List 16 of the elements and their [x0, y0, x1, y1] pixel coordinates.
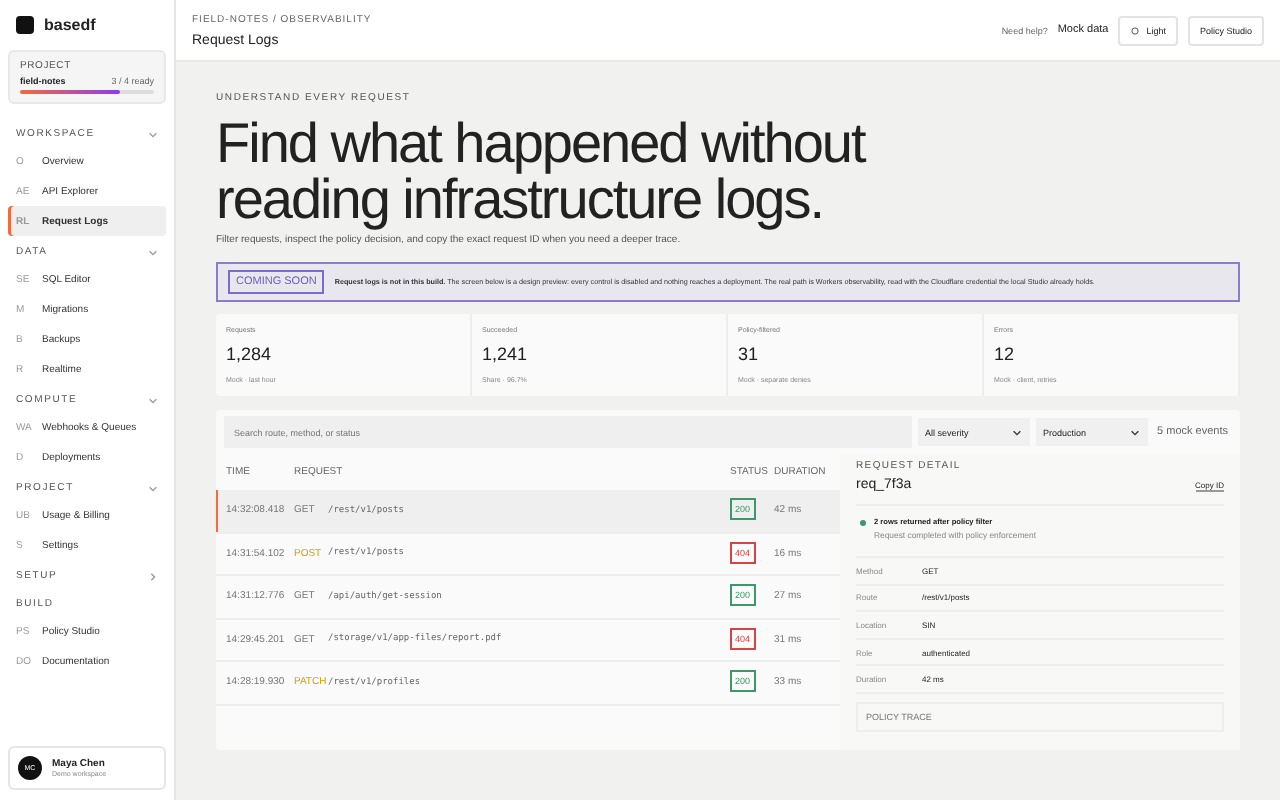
status-dot — [860, 520, 866, 526]
metric-value: 12 — [994, 344, 1017, 364]
metric-value: 31 — [738, 344, 761, 364]
metric-value: 1,241 — [482, 344, 530, 364]
hero-title: Find what happened without reading infrastructure logs. — [216, 116, 868, 228]
sun-icon — [1130, 25, 1141, 35]
metric-value: 1,284 — [226, 344, 274, 364]
chevron-down-icon[interactable] — [148, 395, 158, 405]
logo-icon — [16, 16, 34, 34]
chevron-down-icon — [1129, 427, 1140, 437]
chevron-down-icon[interactable] — [148, 247, 158, 257]
chevron-right-icon[interactable] — [148, 571, 158, 581]
chevron-down-icon[interactable] — [148, 483, 158, 493]
brand-name: basedf — [44, 16, 96, 34]
chevron-down-icon — [1011, 427, 1022, 437]
chevron-down-icon[interactable] — [148, 129, 158, 139]
